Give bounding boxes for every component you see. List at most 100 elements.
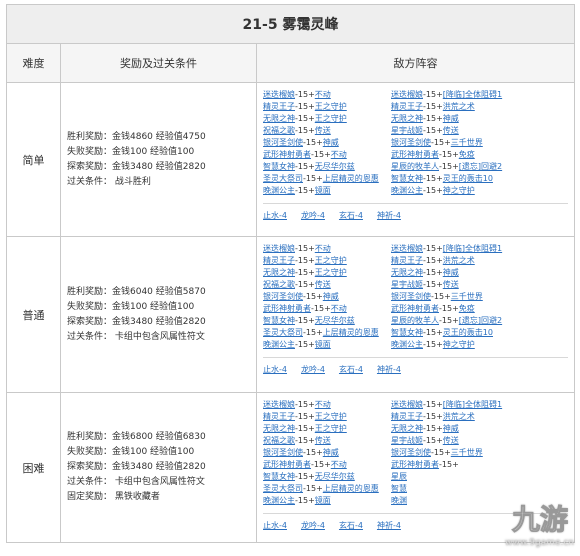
- enemy-name-link[interactable]: 圣灵大祭司: [263, 484, 303, 493]
- enemy-skill-link[interactable]: 不动: [315, 400, 331, 409]
- enemy-name-link[interactable]: 迷迭榴娘: [391, 400, 423, 409]
- enemy-skill-link[interactable]: 神威: [443, 114, 459, 123]
- relic-link[interactable]: 龙吟-4: [301, 521, 325, 530]
- relic-link[interactable]: 神祈-4: [377, 211, 401, 220]
- enemy-name-link[interactable]: 银河圣剑使: [263, 448, 303, 457]
- enemy-skill-link[interactable]: 无尽华尔兹: [315, 316, 355, 325]
- enemy-name-link[interactable]: 智慧女神: [391, 174, 423, 183]
- enemy-skill-link[interactable]: 神之守护: [443, 340, 475, 349]
- enemy-skill-link[interactable]: 神威: [443, 268, 459, 277]
- relic-link[interactable]: 玄石-4: [339, 521, 363, 530]
- enemy-skill-link[interactable]: 神威: [323, 292, 339, 301]
- enemy-skill-link[interactable]: [遗忘]回避2: [459, 316, 502, 325]
- enemy-skill-link[interactable]: 洪荒之术: [443, 412, 475, 421]
- enemy-skill-link[interactable]: 镜面: [315, 496, 331, 505]
- enemy-skill-link[interactable]: 灵王的轰击10: [443, 174, 493, 183]
- enemy-skill-link[interactable]: 镜面: [315, 186, 331, 195]
- enemy-name-link[interactable]: 晚渊公主: [391, 340, 423, 349]
- enemy-skill-link[interactable]: 神威: [323, 448, 339, 457]
- enemy-skill-link[interactable]: 洪荒之术: [443, 256, 475, 265]
- enemy-name-link[interactable]: 星宇战姬: [391, 436, 423, 445]
- enemy-name-link[interactable]: 晚渊公主: [263, 340, 295, 349]
- enemy-skill-link[interactable]: 传送: [443, 436, 459, 445]
- enemy-name-link[interactable]: 晚渊公主: [263, 496, 295, 505]
- relic-link[interactable]: 止水-4: [263, 521, 287, 530]
- enemy-name-link[interactable]: 无限之神: [263, 268, 295, 277]
- enemy-skill-link[interactable]: 无尽华尔兹: [315, 472, 355, 481]
- relic-link[interactable]: 止水-4: [263, 365, 287, 374]
- enemy-skill-link[interactable]: 三千世界: [451, 138, 483, 147]
- enemy-skill-link[interactable]: 免疫: [459, 150, 475, 159]
- enemy-skill-link[interactable]: 免疫: [459, 304, 475, 313]
- enemy-name-link[interactable]: 银河圣剑使: [391, 292, 431, 301]
- enemy-name-link[interactable]: 智慧: [391, 484, 407, 493]
- enemy-name-link[interactable]: 祝福之歌: [263, 436, 295, 445]
- enemy-name-link[interactable]: 星宇战姬: [391, 126, 423, 135]
- enemy-name-link[interactable]: 智慧女神: [263, 162, 295, 171]
- enemy-skill-link[interactable]: [降临]全体阻碍1: [443, 244, 502, 253]
- enemy-name-link[interactable]: 无限之神: [391, 424, 423, 433]
- enemy-name-link[interactable]: 银河圣剑使: [391, 138, 431, 147]
- enemy-skill-link[interactable]: 上层精灵的恩惠: [323, 174, 379, 183]
- enemy-name-link[interactable]: 武形神射勇者: [391, 150, 439, 159]
- enemy-name-link[interactable]: 星辰的牧羊人: [391, 316, 439, 325]
- enemy-name-link[interactable]: 祝福之歌: [263, 280, 295, 289]
- enemy-name-link[interactable]: 迷迭榴娘: [263, 244, 295, 253]
- enemy-name-link[interactable]: 迷迭榴娘: [263, 400, 295, 409]
- enemy-name-link[interactable]: 精灵王子: [391, 256, 423, 265]
- enemy-name-link[interactable]: 武形神射勇者: [263, 460, 311, 469]
- enemy-name-link[interactable]: 武形神射勇者: [263, 150, 311, 159]
- relic-link[interactable]: 龙吟-4: [301, 365, 325, 374]
- relic-link[interactable]: 神祈-4: [377, 365, 401, 374]
- relic-link[interactable]: 玄石-4: [339, 365, 363, 374]
- enemy-skill-link[interactable]: 传送: [315, 280, 331, 289]
- enemy-name-link[interactable]: 武形神射勇者: [391, 460, 439, 469]
- relic-link[interactable]: 玄石-4: [339, 211, 363, 220]
- enemy-name-link[interactable]: 无限之神: [391, 114, 423, 123]
- enemy-skill-link[interactable]: 传送: [443, 126, 459, 135]
- enemy-name-link[interactable]: 迷迭榴娘: [391, 244, 423, 253]
- enemy-name-link[interactable]: 无限之神: [391, 268, 423, 277]
- enemy-name-link[interactable]: 无限之神: [263, 114, 295, 123]
- enemy-skill-link[interactable]: 王之守护: [315, 114, 347, 123]
- relic-link[interactable]: 龙吟-4: [301, 211, 325, 220]
- enemy-name-link[interactable]: 银河圣剑使: [263, 138, 303, 147]
- enemy-skill-link[interactable]: 王之守护: [315, 102, 347, 111]
- enemy-skill-link[interactable]: 不动: [315, 244, 331, 253]
- enemy-skill-link[interactable]: 传送: [315, 126, 331, 135]
- enemy-skill-link[interactable]: 三千世界: [451, 292, 483, 301]
- enemy-skill-link[interactable]: 上层精灵的恩惠: [323, 328, 379, 337]
- enemy-name-link[interactable]: 晚渊: [391, 496, 407, 505]
- enemy-name-link[interactable]: 祝福之歌: [263, 126, 295, 135]
- enemy-name-link[interactable]: 银河圣剑使: [391, 448, 431, 457]
- enemy-name-link[interactable]: 武形神射勇者: [263, 304, 311, 313]
- enemy-skill-link[interactable]: [降临]全体阻碍1: [443, 90, 502, 99]
- enemy-name-link[interactable]: 精灵王子: [263, 102, 295, 111]
- enemy-name-link[interactable]: 晚渊公主: [263, 186, 295, 195]
- enemy-skill-link[interactable]: 王之守护: [315, 412, 347, 421]
- enemy-name-link[interactable]: 星辰的牧羊人: [391, 162, 439, 171]
- enemy-skill-link[interactable]: 不动: [315, 90, 331, 99]
- relic-link[interactable]: 止水-4: [263, 211, 287, 220]
- enemy-name-link[interactable]: 迷迭榴娘: [391, 90, 423, 99]
- enemy-skill-link[interactable]: 王之守护: [315, 268, 347, 277]
- enemy-name-link[interactable]: 圣灵大祭司: [263, 174, 303, 183]
- enemy-skill-link[interactable]: 王之守护: [315, 424, 347, 433]
- enemy-skill-link[interactable]: 洪荒之术: [443, 102, 475, 111]
- enemy-skill-link[interactable]: 三千世界: [451, 448, 483, 457]
- enemy-name-link[interactable]: 精灵王子: [391, 102, 423, 111]
- enemy-name-link[interactable]: 智慧女神: [263, 472, 295, 481]
- enemy-skill-link[interactable]: 不动: [331, 150, 347, 159]
- enemy-skill-link[interactable]: 不动: [331, 304, 347, 313]
- enemy-name-link[interactable]: 无限之神: [263, 424, 295, 433]
- enemy-name-link[interactable]: 晚渊公主: [391, 186, 423, 195]
- enemy-skill-link[interactable]: 无尽华尔兹: [315, 162, 355, 171]
- relic-link[interactable]: 神祈-4: [377, 521, 401, 530]
- enemy-skill-link[interactable]: 神威: [323, 138, 339, 147]
- enemy-skill-link[interactable]: 传送: [315, 436, 331, 445]
- enemy-name-link[interactable]: 智慧女神: [391, 328, 423, 337]
- enemy-name-link[interactable]: 精灵王子: [263, 256, 295, 265]
- enemy-skill-link[interactable]: 神之守护: [443, 186, 475, 195]
- enemy-skill-link[interactable]: 传送: [443, 280, 459, 289]
- enemy-skill-link[interactable]: 镜面: [315, 340, 331, 349]
